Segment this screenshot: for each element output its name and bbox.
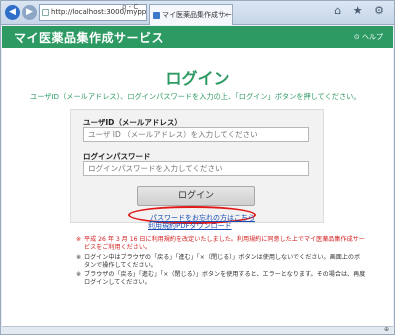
zoom-icon[interactable]: ⊕	[384, 326, 389, 333]
login-instruction: ユーザID（メールアドレス）、ログインパスワードを入力の上、「ログイン」ボタンを…	[30, 92, 361, 101]
note-item: ※ ブラウザの「戻る」「進む」「×（閉じる）」ボタンを使用すると、エラーとなりま…	[76, 271, 366, 288]
note-item: ※ 平成 26 年 3 月 16 日に利用規約を改定いたしました。利用規約に同意…	[76, 236, 366, 253]
page-title: ログイン	[165, 69, 230, 88]
browser-tab[interactable]: マイ医薬品集作成サービ... ×	[149, 4, 233, 25]
login-button[interactable]: ログイン	[137, 186, 255, 206]
page-icon	[42, 9, 49, 16]
help-link[interactable]: ⊙ ヘルプ	[354, 32, 383, 42]
password-input[interactable]	[83, 161, 309, 176]
tab-close-icon[interactable]: ×	[223, 5, 229, 25]
app-header: マイ医薬品集作成サービス ⊙ ヘルプ	[2, 26, 393, 48]
notes-list: ※ 平成 26 年 3 月 16 日に利用規約を改定いたしました。利用規約に同意…	[76, 236, 366, 289]
app-title: マイ医薬品集作成サービス	[14, 31, 165, 45]
browser-window: ◀ ▶ http://localhost:3000/myppe ρ - C マイ…	[0, 0, 395, 335]
user-id-input[interactable]	[83, 127, 309, 142]
forward-arrow-icon[interactable]: ▶	[22, 5, 37, 20]
search-refresh-icon[interactable]: ρ - C	[122, 3, 138, 11]
note-item: ※ ログイン中はブラウザの「戻る」「進む」「×（閉じる）」ボタンは使用しないでく…	[76, 254, 366, 271]
back-arrow-icon[interactable]: ◀	[5, 5, 20, 20]
note-text: ブラウザの「戻る」「進む」「×（閉じる）」ボタンを使用すると、エラーとなります。…	[84, 271, 366, 287]
note-text: 平成 26 年 3 月 16 日に利用規約を改定いたしました。利用規約に同意した…	[84, 236, 365, 252]
note-mark: ※	[76, 271, 82, 279]
login-page: ログイン ユーザID（メールアドレス）、ログインパスワードを入力の上、「ログイン…	[2, 48, 393, 326]
terms-pdf-link[interactable]: 利用規約PDFダウンロード	[148, 221, 232, 231]
home-star-gear-icon[interactable]: ⌂ ★ ⚙	[334, 4, 388, 17]
note-mark: ※	[76, 253, 82, 261]
note-text: ログイン中はブラウザの「戻る」「進む」「×（閉じる）」ボタンは使用しないでくださ…	[84, 253, 361, 269]
status-bar: ⊕	[2, 326, 393, 334]
note-mark: ※	[76, 236, 82, 243]
browser-toolbar: ◀ ▶ http://localhost:3000/myppe ρ - C マイ…	[1, 1, 394, 25]
tab-favicon-icon	[153, 12, 160, 19]
